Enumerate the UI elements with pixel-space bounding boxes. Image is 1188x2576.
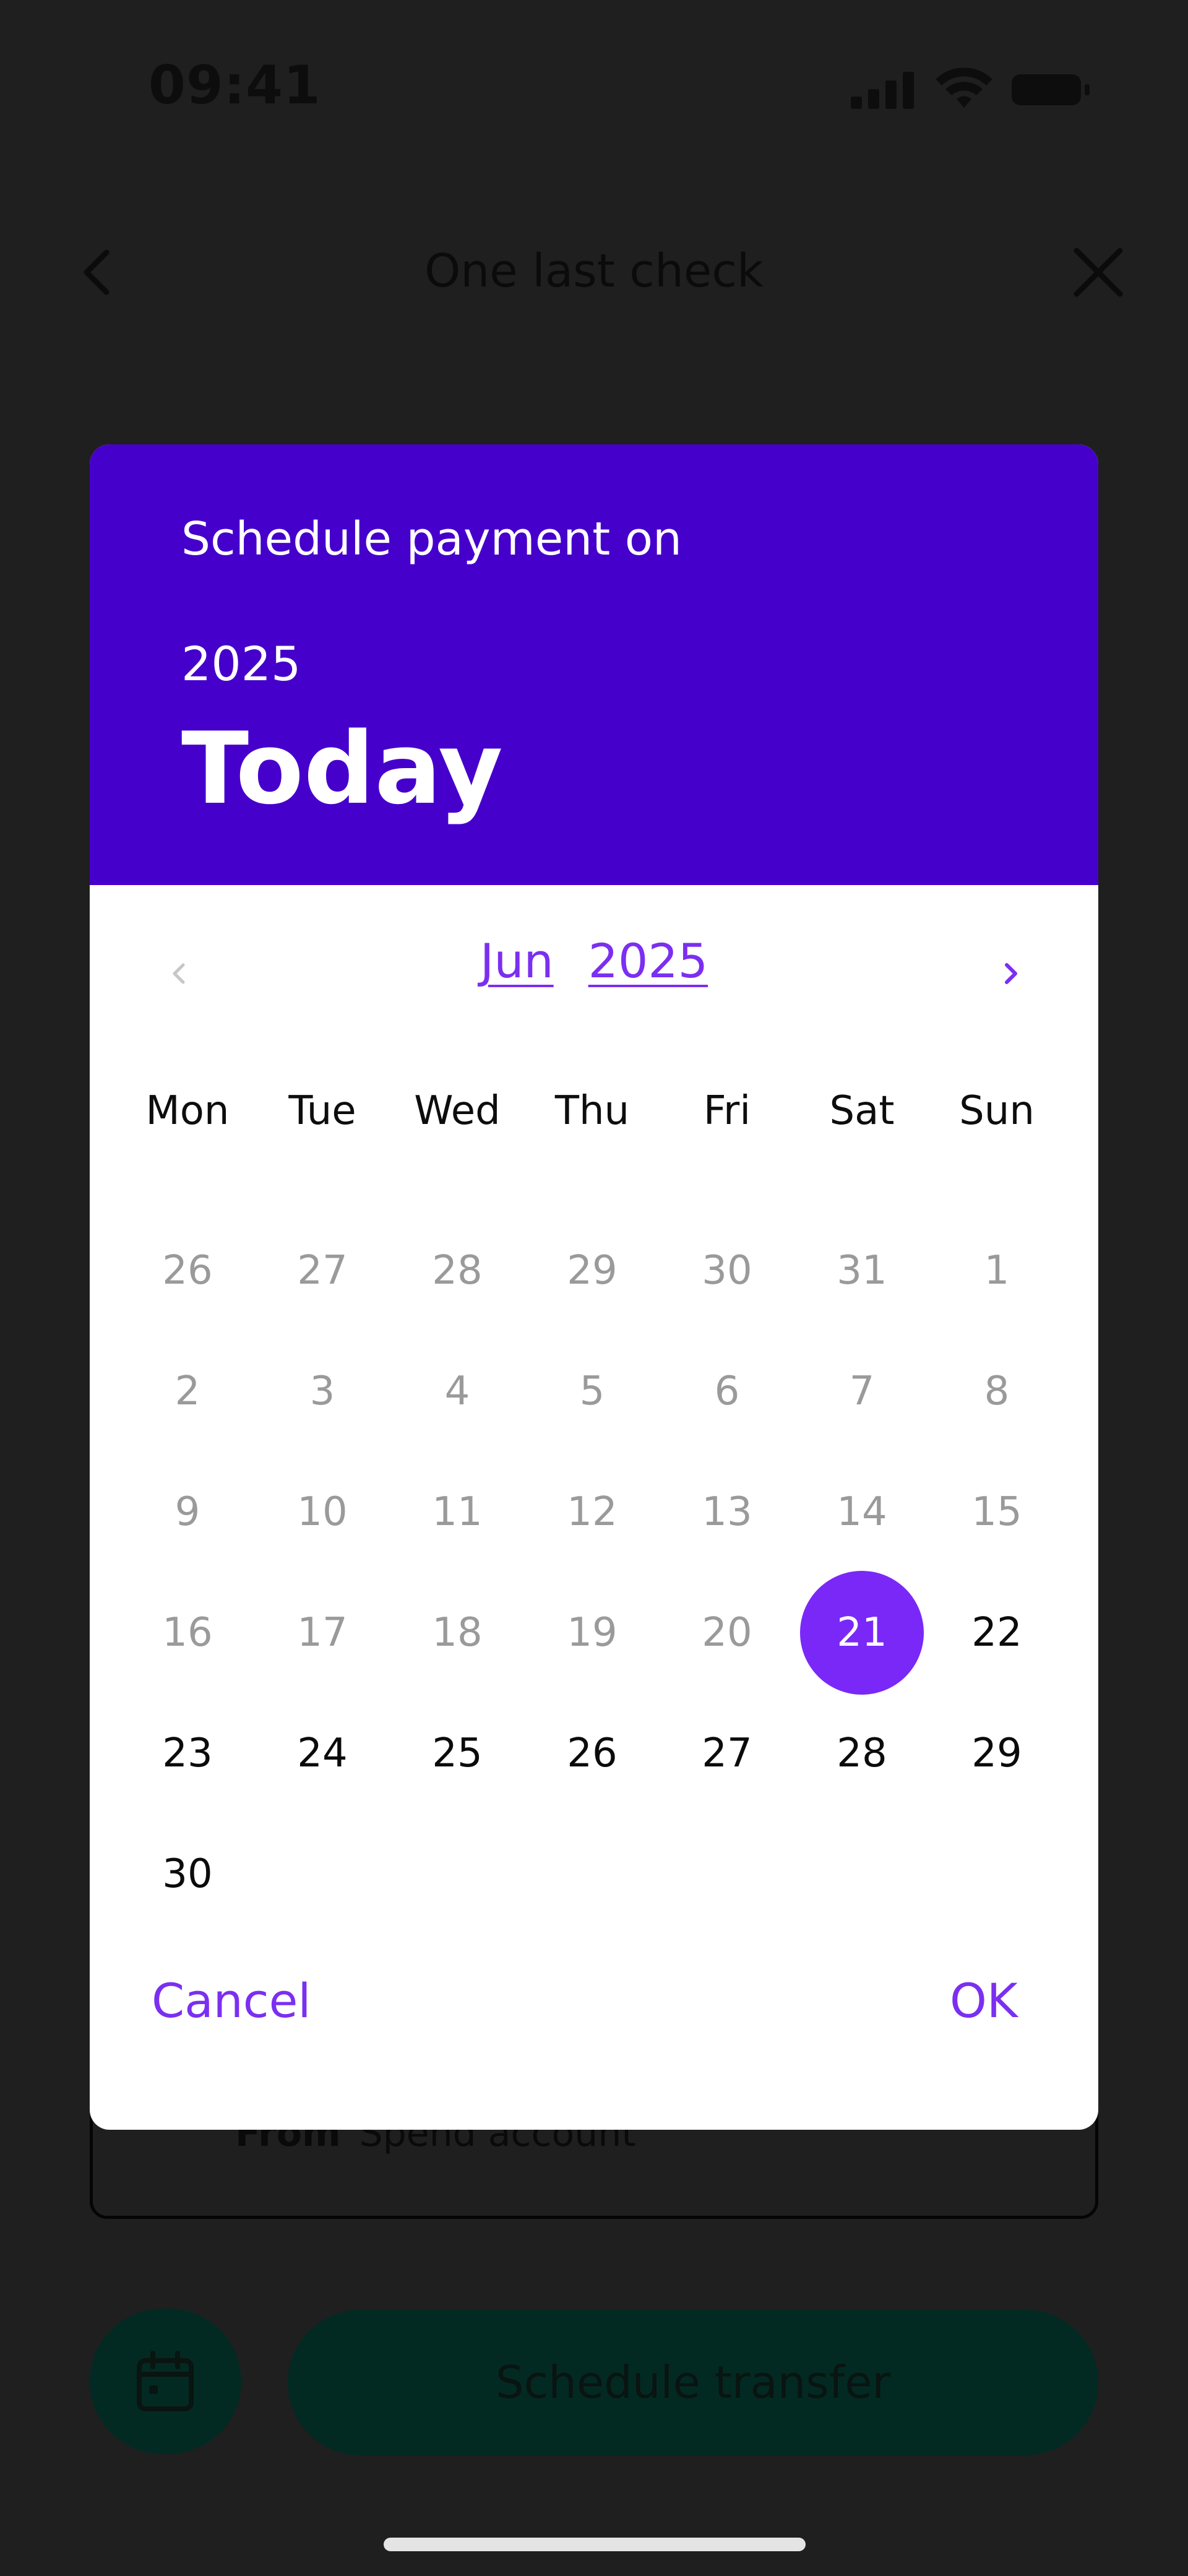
- calendar-day: 17: [297, 1610, 348, 1656]
- calendar-day: 4: [444, 1368, 470, 1414]
- calendar-day: 7: [849, 1368, 875, 1414]
- calendar-day[interactable]: 24: [260, 1692, 384, 1815]
- weekday-label: Fri: [703, 1088, 751, 1134]
- calendar-day: 10: [297, 1489, 348, 1535]
- calendar-day: 31: [837, 1248, 887, 1294]
- header-bar: One last check: [0, 210, 1188, 334]
- calendar-day: 2: [174, 1368, 200, 1414]
- selected-date: Today: [181, 711, 503, 826]
- dialog-actions: Cancel OK: [90, 1948, 1098, 2047]
- calendar-day: 9: [174, 1489, 200, 1535]
- calendar-day: 27: [297, 1248, 348, 1294]
- calendar-day: 12: [567, 1489, 618, 1535]
- year-selector[interactable]: 2025: [588, 933, 708, 988]
- calendar-day[interactable]: 22: [935, 1571, 1059, 1695]
- schedule-transfer-button[interactable]: Schedule transfer: [288, 2310, 1098, 2455]
- calendar-day: 11: [432, 1489, 483, 1535]
- calendar-day: 19: [567, 1610, 618, 1656]
- calendar-button[interactable]: [90, 2309, 241, 2454]
- wifi-icon: [936, 67, 992, 108]
- close-button[interactable]: [1064, 241, 1132, 303]
- next-month-button[interactable]: [981, 943, 1043, 1005]
- dialog-header: Schedule payment on 2025 Today: [90, 444, 1098, 885]
- selected-year[interactable]: 2025: [181, 636, 301, 691]
- month-selector[interactable]: Jun: [480, 933, 554, 988]
- chevron-right-icon: [1005, 963, 1017, 984]
- calendar-day: 1: [984, 1248, 1010, 1294]
- calendar-day: 30: [702, 1248, 752, 1294]
- calendar-day-selected[interactable]: 21: [800, 1571, 924, 1695]
- calendar-day[interactable]: 23: [126, 1692, 249, 1815]
- weekday-header-row: Mon Tue Wed Thu Fri Sat Sun: [90, 1088, 1098, 1162]
- calendar-day[interactable]: 25: [395, 1692, 519, 1815]
- page-title: One last check: [424, 244, 764, 298]
- calendar-day: 28: [432, 1248, 483, 1294]
- dialog-subtitle: Schedule payment on: [181, 512, 682, 566]
- ok-button[interactable]: OK: [950, 1973, 1018, 2028]
- date-picker-dialog: Schedule payment on 2025 Today Jun 2025 M…: [90, 444, 1098, 2130]
- calendar-day: 13: [702, 1489, 752, 1535]
- weekday-label: Wed: [414, 1088, 501, 1134]
- status-icons: [848, 67, 1095, 110]
- calendar-day: 26: [162, 1248, 213, 1294]
- calendar-day[interactable]: 26: [530, 1692, 654, 1815]
- weekday-label: Sun: [959, 1088, 1035, 1134]
- status-bar: 09:41: [0, 0, 1188, 173]
- home-indicator: [384, 2538, 806, 2551]
- calendar-day[interactable]: 27: [665, 1692, 789, 1815]
- calendar-day: 3: [309, 1368, 335, 1414]
- calendar-day[interactable]: 29: [935, 1692, 1059, 1815]
- calendar-day: 29: [567, 1248, 618, 1294]
- calendar-day: 14: [837, 1489, 887, 1535]
- calendar-icon: [137, 2351, 194, 2411]
- signal-icon: [851, 72, 914, 109]
- weekday-label: Thu: [554, 1088, 630, 1134]
- calendar-day: 18: [432, 1610, 483, 1656]
- calendar-day: 5: [579, 1368, 605, 1414]
- close-icon: [1074, 248, 1123, 297]
- weekday-label: Sat: [829, 1088, 895, 1134]
- calendar-day: 15: [971, 1489, 1022, 1535]
- calendar-day: 16: [162, 1610, 213, 1656]
- month-navigation: Jun 2025: [90, 915, 1098, 1026]
- calendar-day: 8: [984, 1368, 1010, 1414]
- weekday-label: Tue: [288, 1088, 356, 1134]
- battery-icon: [1012, 74, 1090, 105]
- calendar-day: 20: [702, 1610, 752, 1656]
- cancel-button[interactable]: Cancel: [152, 1973, 311, 2028]
- calendar-day[interactable]: 28: [800, 1692, 924, 1815]
- month-year-selector: Jun 2025: [90, 933, 1098, 988]
- calendar-day[interactable]: 30: [126, 1812, 249, 1936]
- calendar-day: 6: [714, 1368, 740, 1414]
- status-time: 09:41: [148, 54, 321, 116]
- weekday-label: Mon: [145, 1088, 230, 1134]
